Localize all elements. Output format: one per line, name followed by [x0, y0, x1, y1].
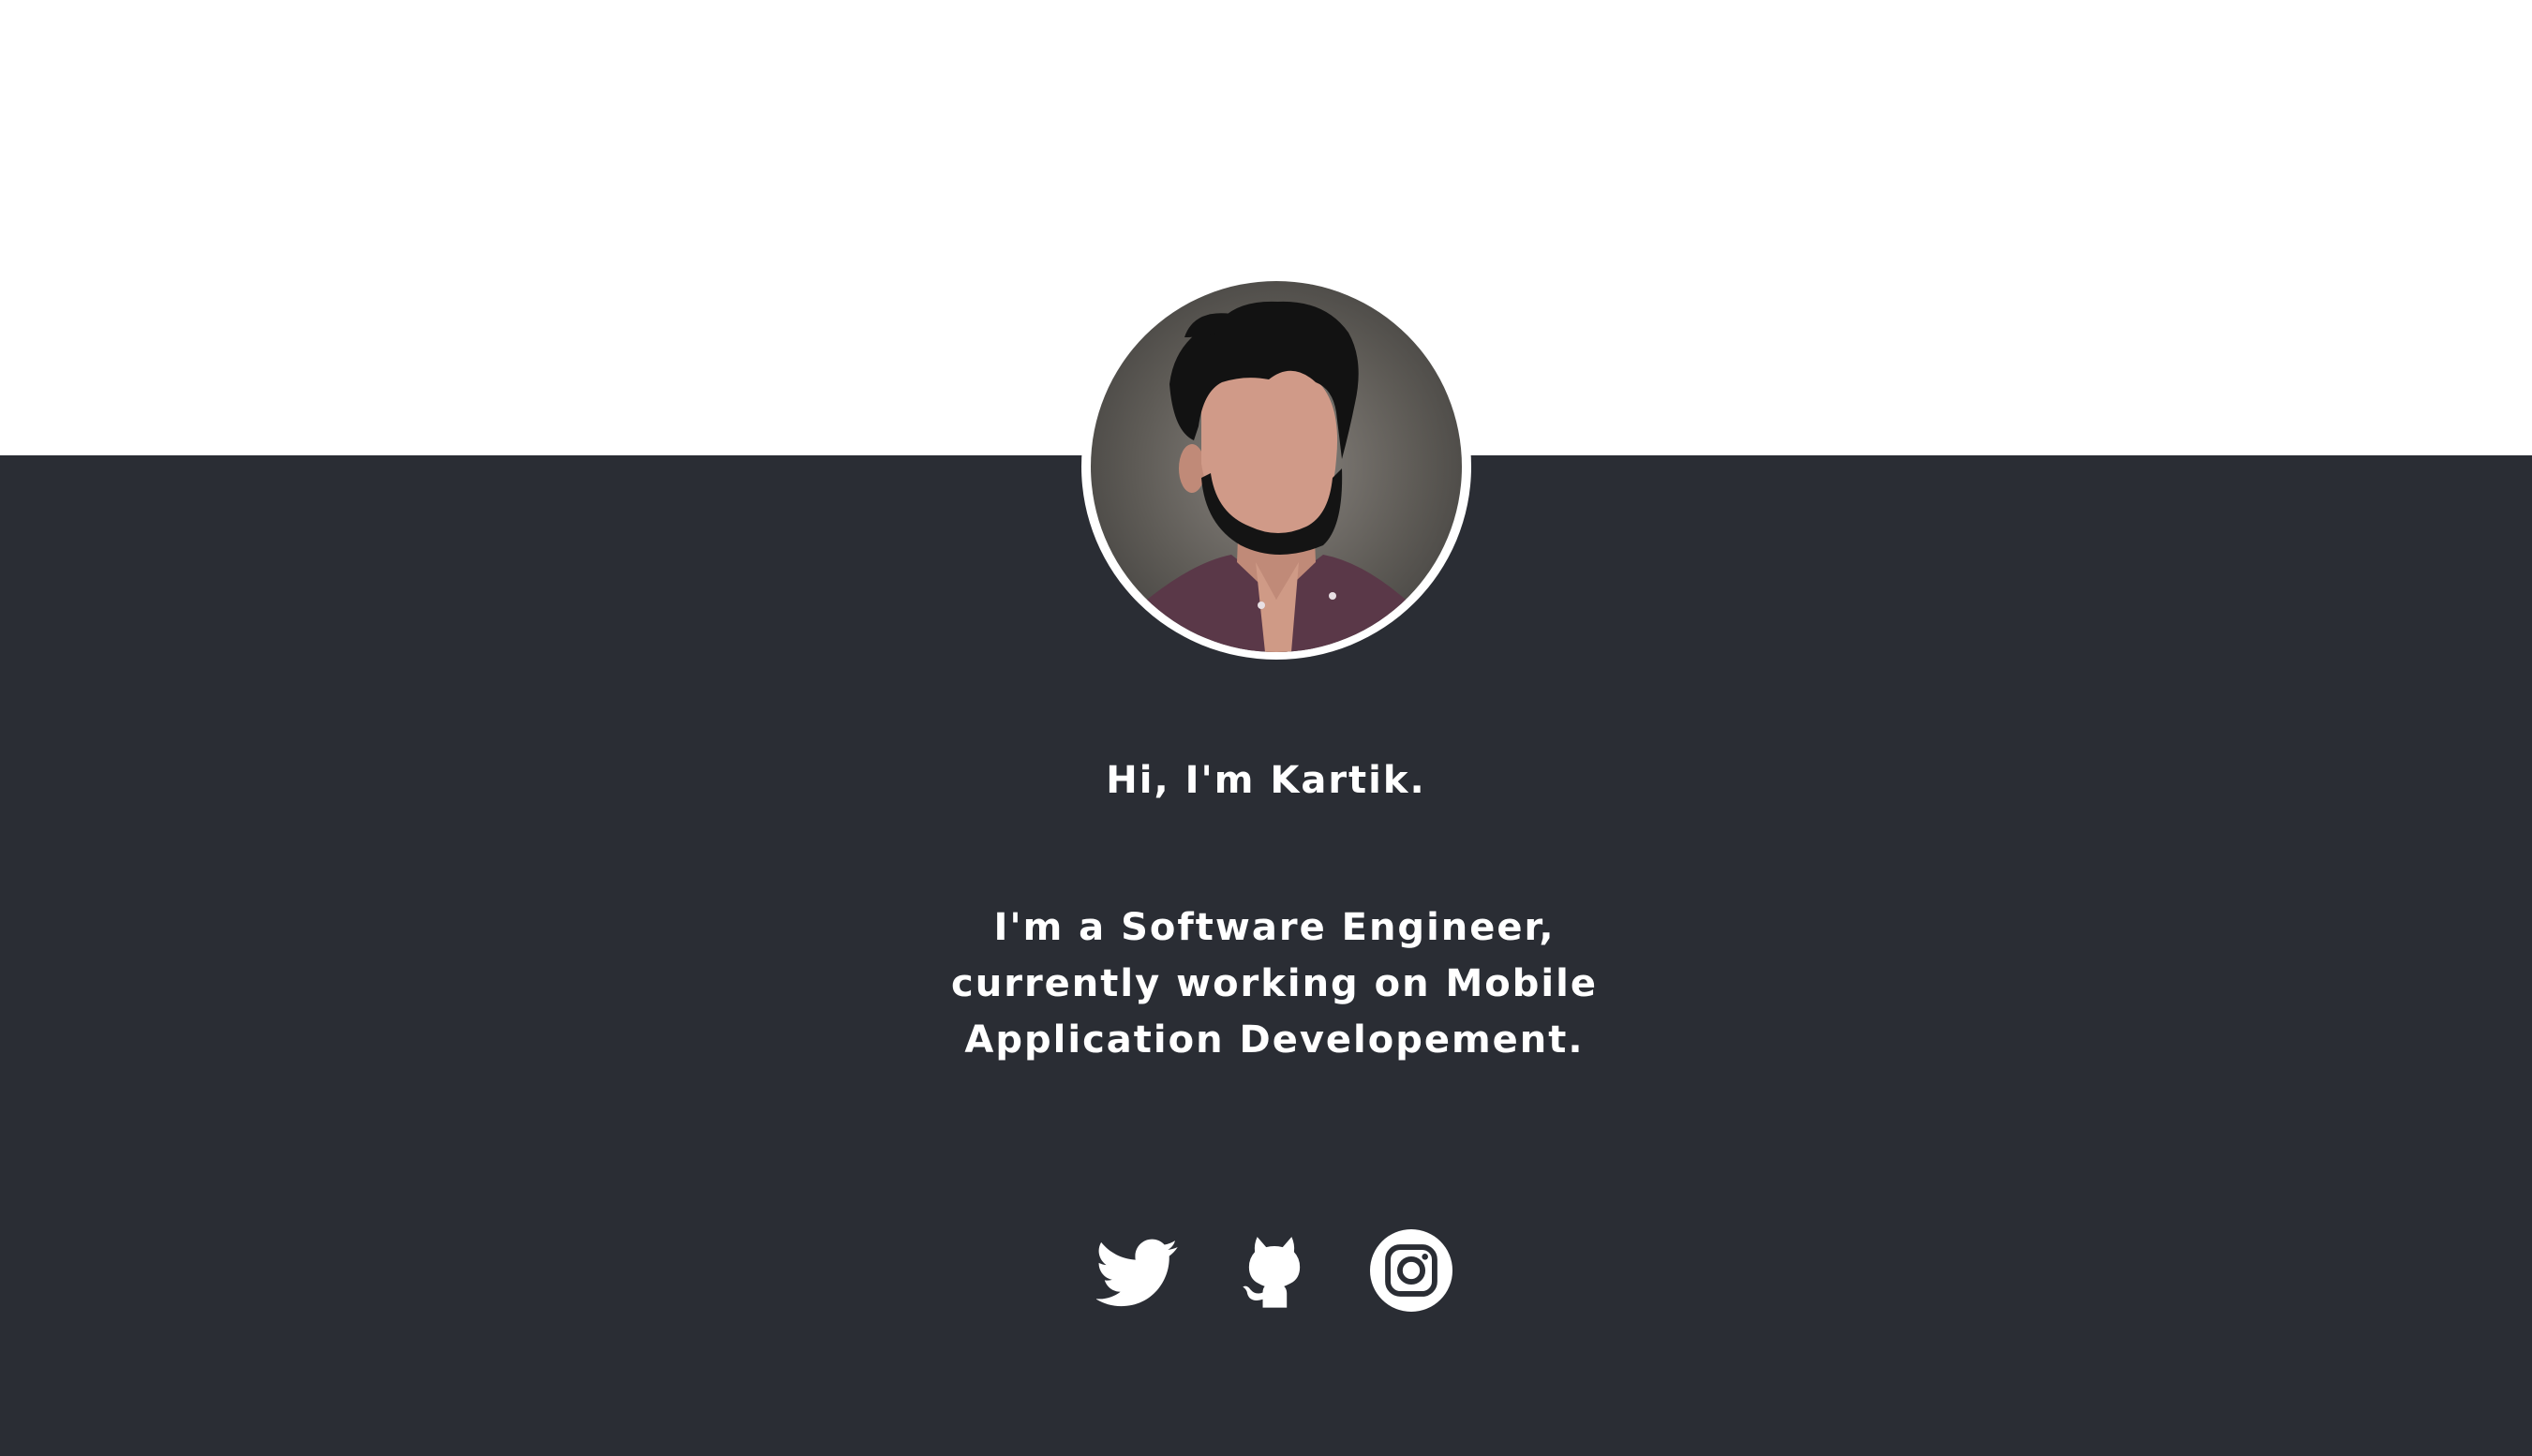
github-link[interactable]	[1233, 1229, 1316, 1312]
instagram-icon	[1370, 1229, 1452, 1312]
social-links	[1096, 1229, 1452, 1312]
page: Hi, I'm Kartik. I'm a Software Engineer,…	[0, 0, 2532, 1456]
twitter-link[interactable]	[1096, 1229, 1179, 1312]
person-illustration	[1091, 281, 1462, 652]
github-icon	[1243, 1237, 1301, 1308]
greeting-heading: Hi, I'm Kartik.	[1106, 759, 1426, 802]
twitter-icon	[1096, 1239, 1178, 1307]
avatar	[1091, 281, 1462, 652]
instagram-link[interactable]	[1370, 1229, 1452, 1312]
bio-text: I'm a Software Engineer, currently worki…	[951, 906, 1598, 1062]
